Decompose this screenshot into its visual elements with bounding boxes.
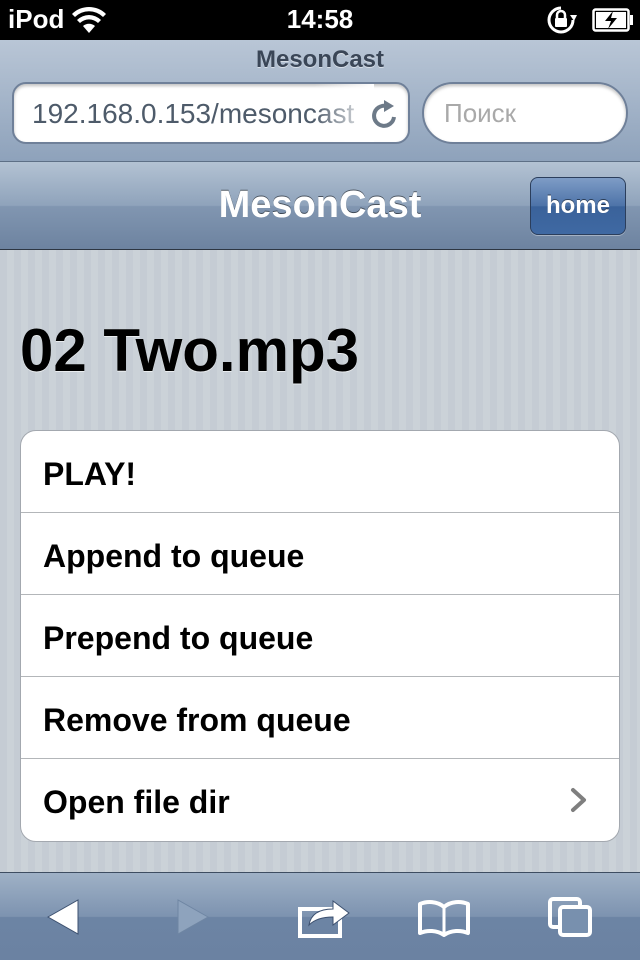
battery-charging-icon [592, 8, 634, 37]
browser-toolbar [0, 872, 640, 960]
home-button[interactable]: home [530, 177, 626, 235]
tabs-icon[interactable] [540, 891, 600, 943]
search-field[interactable] [422, 82, 628, 144]
prepend-to-queue-label: Prepend to queue [43, 620, 314, 656]
chevron-right-icon [569, 787, 589, 818]
url-text: 192.168.0.153/mesoncast [32, 98, 355, 129]
page-content: 02 Two.mp3 PLAY! Append to queue Prepend… [0, 250, 640, 872]
remove-from-queue-item[interactable]: Remove from queue [21, 677, 619, 759]
play-item[interactable]: PLAY! [21, 431, 619, 513]
reload-icon[interactable] [368, 98, 400, 137]
share-icon[interactable] [294, 891, 354, 943]
file-title: 02 Two.mp3 [20, 317, 359, 384]
search-input[interactable] [444, 98, 614, 129]
append-to-queue-item[interactable]: Append to queue [21, 513, 619, 595]
open-file-dir-item[interactable]: Open file dir [21, 759, 619, 841]
append-to-queue-label: Append to queue [43, 538, 305, 574]
status-bar: iPod 14:58 [0, 0, 640, 40]
orientation-lock-icon [544, 5, 578, 40]
url-field[interactable]: 192.168.0.153/mesoncast [12, 82, 410, 144]
bookmarks-icon[interactable] [414, 891, 474, 943]
page-header: MesonCast home [0, 162, 640, 250]
play-label: PLAY! [43, 456, 137, 492]
back-arrow-icon[interactable] [34, 891, 94, 943]
forward-arrow-icon[interactable] [162, 891, 222, 943]
prepend-to-queue-item[interactable]: Prepend to queue [21, 595, 619, 677]
action-list: PLAY! Append to queue Prepend to queue R… [20, 430, 620, 842]
browser-address-bar: MesonCast 192.168.0.153/mesoncast [0, 40, 640, 162]
browser-page-title: MesonCast [255, 46, 385, 73]
remove-from-queue-label: Remove from queue [43, 702, 351, 738]
open-file-dir-label: Open file dir [43, 784, 230, 820]
